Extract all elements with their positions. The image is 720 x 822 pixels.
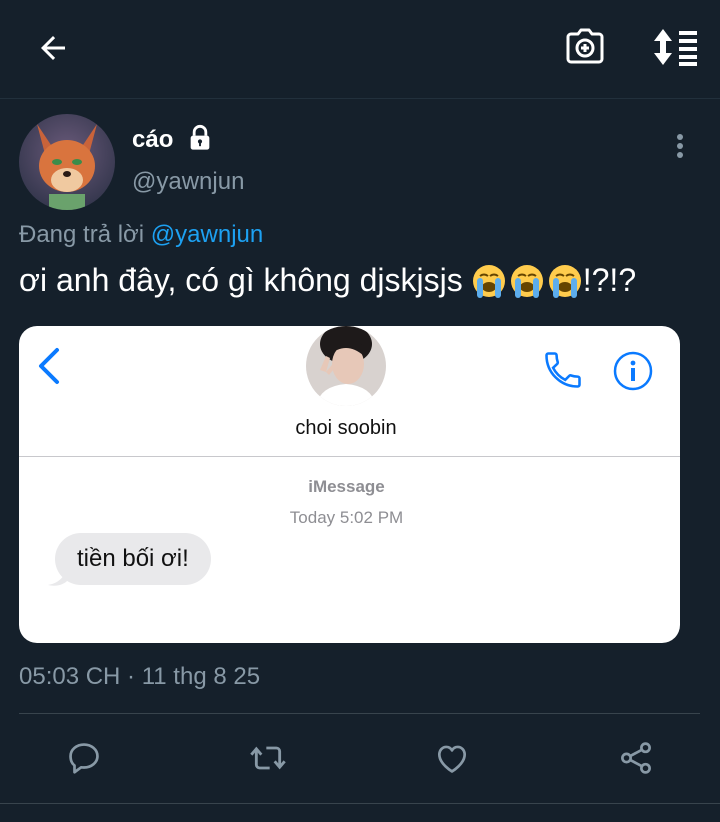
tweet-text: ơi anh đây, có gì không djskjsjs !?!? <box>19 262 636 299</box>
tweet-actions <box>0 730 720 790</box>
tweet-media-image[interactable]: choi soobin iMessage Today 5:02 PM tiền … <box>19 326 680 643</box>
message-time: Today 5:02 PM <box>289 508 404 527</box>
retweet-button[interactable] <box>246 736 290 780</box>
reply-button[interactable] <box>62 736 106 780</box>
sort-list-icon <box>654 29 697 66</box>
tweet-suffix: !?!? <box>582 262 637 298</box>
top-bar <box>0 0 720 99</box>
service-label: iMessage <box>308 477 385 496</box>
loudly-crying-face-icon <box>472 264 505 298</box>
info-icon <box>612 350 654 397</box>
divider <box>0 803 720 804</box>
lock-icon <box>186 124 214 157</box>
sort-button[interactable] <box>648 26 700 68</box>
share-icon <box>621 742 651 774</box>
imessage-back-icon <box>33 346 65 391</box>
contact-name: choi soobin <box>295 417 397 439</box>
contact-avatar <box>306 326 386 406</box>
author-avatar[interactable] <box>19 114 115 210</box>
back-button[interactable] <box>33 28 73 68</box>
fox-avatar-image <box>19 114 115 210</box>
author-handle[interactable]: @yawnjun <box>132 168 244 196</box>
replying-to-mention[interactable]: @yawnjun <box>151 221 263 248</box>
divider <box>19 456 680 457</box>
divider <box>19 713 700 714</box>
share-button[interactable] <box>614 736 658 780</box>
more-options-button[interactable] <box>670 132 690 167</box>
emoji-group <box>471 263 583 299</box>
retweet-icon <box>250 746 286 770</box>
message-bubble: tiền bối ơi! <box>55 533 211 585</box>
replying-to-label: Đang trả lời <box>19 221 145 248</box>
loudly-crying-face-icon <box>548 264 581 298</box>
more-vertical-icon <box>677 134 683 158</box>
loudly-crying-face-icon <box>510 264 543 298</box>
arrow-left-icon <box>41 36 65 60</box>
phone-icon <box>541 348 585 397</box>
like-button[interactable] <box>430 736 474 780</box>
replying-to-line: Đang trả lời @yawnjun <box>19 221 263 249</box>
camera-button[interactable] <box>562 24 608 70</box>
camera-plus-icon <box>566 28 604 64</box>
like-icon <box>437 745 467 773</box>
author-name[interactable]: cáo <box>132 126 173 154</box>
tweet-body: ơi anh đây, có gì không djskjsjs <box>19 262 463 298</box>
tweet-timestamp: 05:03 CH · 11 thg 8 25 <box>19 663 261 690</box>
reply-icon <box>69 743 99 774</box>
